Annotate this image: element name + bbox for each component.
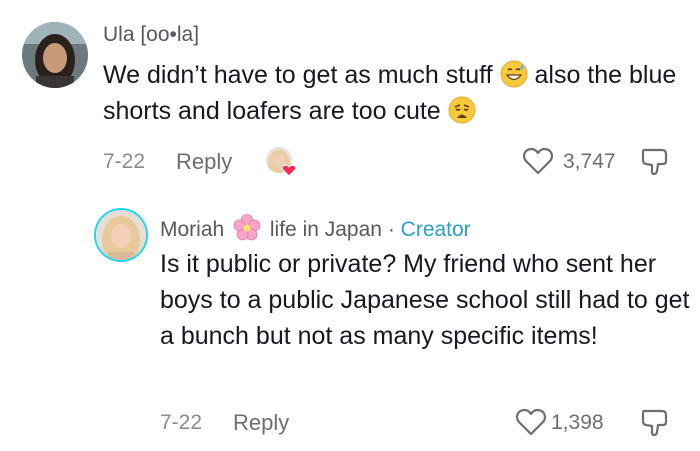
creator-name: Moriah: [160, 218, 225, 241]
creator-badge: Creator: [400, 218, 471, 241]
heart-badge-icon: [281, 164, 297, 177]
creator-name-suffix: life in Japan: [269, 218, 382, 241]
reply-button-2[interactable]: Reply: [233, 410, 289, 436]
commenter-username[interactable]: Ula [oo•la]: [103, 23, 199, 47]
weary-face-emoji-icon: [448, 96, 476, 124]
comment-text-part1: We didn’t have to get as much stuff: [103, 61, 493, 89]
commenter-avatar[interactable]: [22, 22, 88, 88]
dislike-icon[interactable]: [640, 146, 670, 183]
reply-button[interactable]: Reply: [176, 149, 232, 175]
like-count-2: 1,398: [551, 411, 604, 434]
comment-date: 7-22: [103, 150, 146, 173]
reply-text: Is it public or private? My friend who s…: [160, 250, 690, 350]
grinning-sweat-emoji-icon: [500, 60, 528, 88]
like-count: 3,747: [563, 150, 616, 173]
comment-text: We didn’t have to get as much stuff also…: [103, 57, 693, 129]
name-separator: ·: [387, 218, 395, 241]
creator-liked-avatar: [265, 146, 297, 177]
cherry-blossom-icon: [233, 214, 261, 242]
reply-date: 7-22: [160, 411, 203, 434]
creator-username[interactable]: Moriah life in Japan · Creator: [160, 214, 471, 242]
like-heart-icon[interactable]: [522, 146, 554, 181]
like-heart-icon-2[interactable]: [515, 407, 547, 442]
dislike-icon-2[interactable]: [640, 407, 670, 444]
creator-avatar[interactable]: [96, 210, 146, 260]
